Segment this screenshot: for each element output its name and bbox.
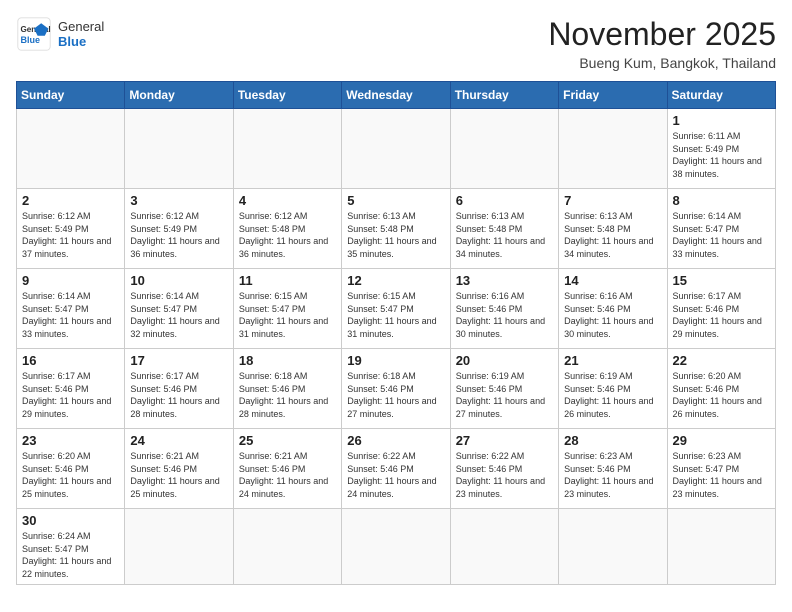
day-4-cell: 4 Sunrise: 6:12 AM Sunset: 5:48 PM Dayli… xyxy=(233,189,341,269)
day-3-cell: 3 Sunrise: 6:12 AM Sunset: 5:49 PM Dayli… xyxy=(125,189,233,269)
empty-cell xyxy=(559,109,667,189)
calendar-row-1: 1 Sunrise: 6:11 AM Sunset: 5:49 PM Dayli… xyxy=(17,109,776,189)
header-friday: Friday xyxy=(559,82,667,109)
header-sunday: Sunday xyxy=(17,82,125,109)
empty-cell xyxy=(450,509,558,585)
day-25-cell: 25 Sunrise: 6:21 AM Sunset: 5:46 PM Dayl… xyxy=(233,429,341,509)
day-15-cell: 15 Sunrise: 6:17 AM Sunset: 5:46 PM Dayl… xyxy=(667,269,775,349)
header-wednesday: Wednesday xyxy=(342,82,450,109)
day-1-number: 1 xyxy=(673,113,770,128)
day-9-cell: 9 Sunrise: 6:14 AM Sunset: 5:47 PM Dayli… xyxy=(17,269,125,349)
empty-cell xyxy=(233,109,341,189)
day-24-cell: 24 Sunrise: 6:21 AM Sunset: 5:46 PM Dayl… xyxy=(125,429,233,509)
day-23-cell: 23 Sunrise: 6:20 AM Sunset: 5:46 PM Dayl… xyxy=(17,429,125,509)
calendar-table: Sunday Monday Tuesday Wednesday Thursday… xyxy=(16,81,776,585)
day-2-cell: 2 Sunrise: 6:12 AM Sunset: 5:49 PM Dayli… xyxy=(17,189,125,269)
day-1-cell: 1 Sunrise: 6:11 AM Sunset: 5:49 PM Dayli… xyxy=(667,109,775,189)
day-10-cell: 10 Sunrise: 6:14 AM Sunset: 5:47 PM Dayl… xyxy=(125,269,233,349)
day-26-cell: 26 Sunrise: 6:22 AM Sunset: 5:46 PM Dayl… xyxy=(342,429,450,509)
day-30-cell: 30 Sunrise: 6:24 AM Sunset: 5:47 PM Dayl… xyxy=(17,509,125,585)
day-19-cell: 19 Sunrise: 6:18 AM Sunset: 5:46 PM Dayl… xyxy=(342,349,450,429)
day-1-daylight: Daylight: 11 hours and 38 minutes. xyxy=(673,155,770,180)
location-title: Bueng Kum, Bangkok, Thailand xyxy=(548,55,776,71)
day-8-cell: 8 Sunrise: 6:14 AM Sunset: 5:47 PM Dayli… xyxy=(667,189,775,269)
header-monday: Monday xyxy=(125,82,233,109)
day-20-cell: 20 Sunrise: 6:19 AM Sunset: 5:46 PM Dayl… xyxy=(450,349,558,429)
header-saturday: Saturday xyxy=(667,82,775,109)
calendar-row-4: 16 Sunrise: 6:17 AM Sunset: 5:46 PM Dayl… xyxy=(17,349,776,429)
svg-text:Blue: Blue xyxy=(21,35,41,45)
day-22-cell: 22 Sunrise: 6:20 AM Sunset: 5:46 PM Dayl… xyxy=(667,349,775,429)
day-28-cell: 28 Sunrise: 6:23 AM Sunset: 5:46 PM Dayl… xyxy=(559,429,667,509)
day-1-info: Sunrise: 6:11 AM Sunset: 5:49 PM Dayligh… xyxy=(673,130,770,180)
logo-general-text: General xyxy=(58,19,104,34)
day-5-cell: 5 Sunrise: 6:13 AM Sunset: 5:48 PM Dayli… xyxy=(342,189,450,269)
logo-area: General Blue General Blue xyxy=(16,16,104,52)
day-2-info: Sunrise: 6:12 AM Sunset: 5:49 PM Dayligh… xyxy=(22,210,119,260)
title-area: November 2025 Bueng Kum, Bangkok, Thaila… xyxy=(548,16,776,71)
weekday-header-row: Sunday Monday Tuesday Wednesday Thursday… xyxy=(17,82,776,109)
empty-cell xyxy=(125,109,233,189)
day-6-cell: 6 Sunrise: 6:13 AM Sunset: 5:48 PM Dayli… xyxy=(450,189,558,269)
logo-blue-text: Blue xyxy=(58,34,104,49)
day-16-cell: 16 Sunrise: 6:17 AM Sunset: 5:46 PM Dayl… xyxy=(17,349,125,429)
day-13-cell: 13 Sunrise: 6:16 AM Sunset: 5:46 PM Dayl… xyxy=(450,269,558,349)
calendar-row-5: 23 Sunrise: 6:20 AM Sunset: 5:46 PM Dayl… xyxy=(17,429,776,509)
empty-cell xyxy=(342,109,450,189)
empty-cell xyxy=(667,509,775,585)
day-18-cell: 18 Sunrise: 6:18 AM Sunset: 5:46 PM Dayl… xyxy=(233,349,341,429)
day-1-sunset: Sunset: 5:49 PM xyxy=(673,143,770,156)
day-2-number: 2 xyxy=(22,193,119,208)
day-21-cell: 21 Sunrise: 6:19 AM Sunset: 5:46 PM Dayl… xyxy=(559,349,667,429)
month-title: November 2025 xyxy=(548,16,776,53)
empty-cell xyxy=(559,509,667,585)
calendar-row-3: 9 Sunrise: 6:14 AM Sunset: 5:47 PM Dayli… xyxy=(17,269,776,349)
page-header: General Blue General Blue November 2025 … xyxy=(16,16,776,71)
empty-cell xyxy=(450,109,558,189)
day-14-cell: 14 Sunrise: 6:16 AM Sunset: 5:46 PM Dayl… xyxy=(559,269,667,349)
empty-cell xyxy=(125,509,233,585)
empty-cell xyxy=(233,509,341,585)
calendar-row-2: 2 Sunrise: 6:12 AM Sunset: 5:49 PM Dayli… xyxy=(17,189,776,269)
empty-cell xyxy=(342,509,450,585)
calendar-row-6: 30 Sunrise: 6:24 AM Sunset: 5:47 PM Dayl… xyxy=(17,509,776,585)
day-27-cell: 27 Sunrise: 6:22 AM Sunset: 5:46 PM Dayl… xyxy=(450,429,558,509)
day-7-cell: 7 Sunrise: 6:13 AM Sunset: 5:48 PM Dayli… xyxy=(559,189,667,269)
empty-cell xyxy=(17,109,125,189)
day-29-cell: 29 Sunrise: 6:23 AM Sunset: 5:47 PM Dayl… xyxy=(667,429,775,509)
header-thursday: Thursday xyxy=(450,82,558,109)
day-11-cell: 11 Sunrise: 6:15 AM Sunset: 5:47 PM Dayl… xyxy=(233,269,341,349)
day-1-sunrise: Sunrise: 6:11 AM xyxy=(673,130,770,143)
generalblue-logo-icon: General Blue xyxy=(16,16,52,52)
day-12-cell: 12 Sunrise: 6:15 AM Sunset: 5:47 PM Dayl… xyxy=(342,269,450,349)
header-tuesday: Tuesday xyxy=(233,82,341,109)
day-17-cell: 17 Sunrise: 6:17 AM Sunset: 5:46 PM Dayl… xyxy=(125,349,233,429)
